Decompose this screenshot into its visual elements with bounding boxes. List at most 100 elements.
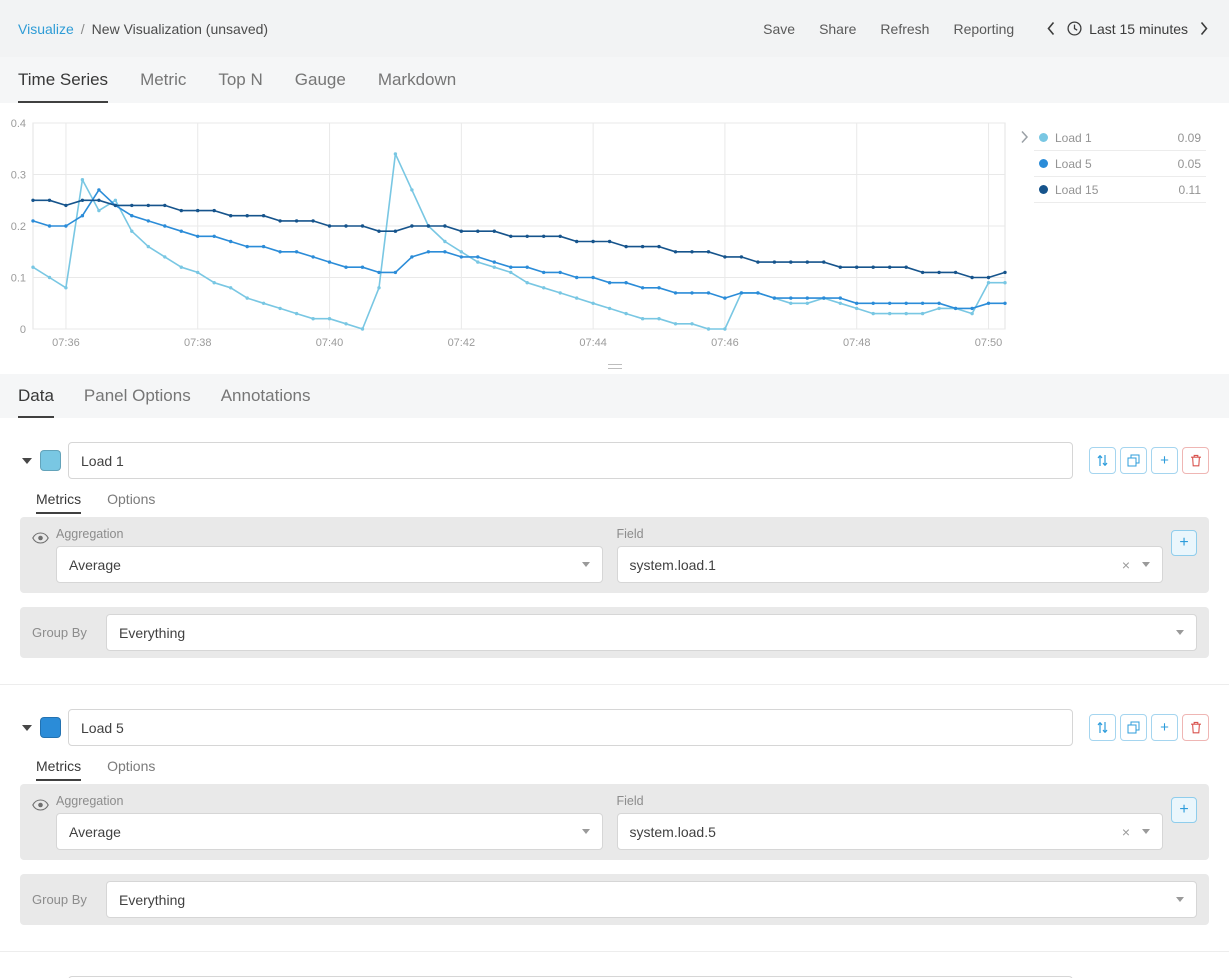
aggregation-select[interactable]: Average bbox=[56, 546, 603, 583]
svg-text:0.1: 0.1 bbox=[11, 273, 26, 285]
chevron-down-icon bbox=[1142, 829, 1150, 834]
clone-icon bbox=[1127, 721, 1140, 734]
sort-icon bbox=[1097, 721, 1108, 734]
caret-down-icon bbox=[22, 458, 32, 464]
aggregation-label: Aggregation bbox=[56, 527, 603, 541]
time-series-chart: 00.10.20.30.407:3607:3807:4007:4207:4407… bbox=[0, 117, 1008, 358]
add-metric-button[interactable]: + bbox=[1171, 797, 1197, 823]
series-delete-button[interactable] bbox=[1182, 714, 1209, 741]
tab-options[interactable]: Options bbox=[107, 491, 155, 514]
legend-collapse-button[interactable] bbox=[1014, 125, 1034, 358]
legend-value: 0.05 bbox=[1178, 157, 1201, 171]
series-clone-button[interactable] bbox=[1120, 714, 1147, 741]
series-color-swatch[interactable] bbox=[40, 450, 61, 471]
aggregation-select[interactable]: Average bbox=[56, 813, 603, 850]
series-color-swatch[interactable] bbox=[40, 717, 61, 738]
breadcrumb-visualize-link[interactable]: Visualize bbox=[18, 21, 74, 37]
legend-label: Load 15 bbox=[1055, 183, 1098, 197]
time-range-label: Last 15 minutes bbox=[1089, 21, 1188, 37]
series-delete-button[interactable] bbox=[1182, 447, 1209, 474]
chevron-left-icon bbox=[1046, 21, 1056, 36]
group-by-select[interactable]: Everything bbox=[106, 881, 1197, 918]
tab-annotations[interactable]: Annotations bbox=[221, 386, 311, 418]
tab-time-series[interactable]: Time Series bbox=[18, 70, 108, 103]
series-add-button[interactable]: + bbox=[1151, 714, 1178, 741]
svg-text:07:44: 07:44 bbox=[579, 337, 607, 349]
share-button[interactable]: Share bbox=[819, 21, 856, 37]
tab-panel-options[interactable]: Panel Options bbox=[84, 386, 191, 418]
svg-text:07:50: 07:50 bbox=[975, 337, 1003, 349]
chevron-right-icon bbox=[1199, 21, 1209, 36]
series-add-button[interactable]: + bbox=[1151, 447, 1178, 474]
tab-metric[interactable]: Metric bbox=[140, 70, 186, 103]
field-select[interactable]: system.load.5 × bbox=[617, 813, 1164, 850]
tab-markdown[interactable]: Markdown bbox=[378, 70, 456, 103]
time-forward-button[interactable] bbox=[1197, 19, 1211, 38]
chevron-right-icon bbox=[1020, 130, 1029, 144]
breadcrumb-separator: / bbox=[81, 21, 85, 37]
app-header: Visualize / New Visualization (unsaved) … bbox=[0, 0, 1229, 57]
chevron-down-icon bbox=[1176, 630, 1184, 635]
group-by-panel: Group By Everything bbox=[20, 607, 1209, 658]
time-back-button[interactable] bbox=[1044, 19, 1058, 38]
trash-icon bbox=[1190, 721, 1202, 734]
tab-data[interactable]: Data bbox=[18, 386, 54, 418]
chart-legend: Load 1 0.09 Load 5 0.05 Load 15 0.11 bbox=[1034, 125, 1206, 358]
drag-handle-icon bbox=[608, 364, 622, 369]
svg-text:07:42: 07:42 bbox=[448, 337, 476, 349]
metric-panel: Aggregation Average Field system.load.1 … bbox=[20, 517, 1209, 593]
time-series-chart-svg: 00.10.20.30.407:3607:3807:4007:4207:4407… bbox=[0, 117, 1008, 353]
series-sub-tabs: Metrics Options bbox=[36, 491, 1209, 517]
series-label-input[interactable] bbox=[68, 442, 1073, 479]
legend-item-load-15[interactable]: Load 15 0.11 bbox=[1034, 177, 1206, 203]
tab-metrics[interactable]: Metrics bbox=[36, 758, 81, 781]
tab-options[interactable]: Options bbox=[107, 758, 155, 781]
save-button[interactable]: Save bbox=[763, 21, 795, 37]
legend-item-load-5[interactable]: Load 5 0.05 bbox=[1034, 151, 1206, 177]
series-header-row: + bbox=[20, 442, 1209, 479]
legend-label: Load 1 bbox=[1055, 131, 1092, 145]
viz-type-tabs: Time Series Metric Top N Gauge Markdown bbox=[0, 57, 1229, 103]
svg-text:0.2: 0.2 bbox=[11, 221, 26, 233]
aggregation-value: Average bbox=[69, 557, 121, 573]
field-value: system.load.1 bbox=[630, 557, 716, 573]
series-editor-load-1: + Metrics Options Aggregation Average bbox=[0, 418, 1229, 684]
series-collapse-button[interactable] bbox=[20, 725, 34, 731]
eye-icon bbox=[32, 799, 49, 811]
series-header-row: + bbox=[20, 709, 1209, 746]
chevron-down-icon bbox=[582, 829, 590, 834]
series-clone-button[interactable] bbox=[1120, 447, 1147, 474]
series-actions: + bbox=[1089, 714, 1209, 741]
legend-label: Load 5 bbox=[1055, 157, 1092, 171]
time-range-button[interactable]: Last 15 minutes bbox=[1067, 21, 1188, 37]
clear-field-icon[interactable]: × bbox=[1122, 557, 1130, 573]
eye-icon bbox=[32, 532, 49, 544]
series-label-input[interactable] bbox=[68, 709, 1073, 746]
series-sort-button[interactable] bbox=[1089, 714, 1116, 741]
group-by-select[interactable]: Everything bbox=[106, 614, 1197, 651]
clear-field-icon[interactable]: × bbox=[1122, 824, 1130, 840]
refresh-button[interactable]: Refresh bbox=[880, 21, 929, 37]
field-select[interactable]: system.load.1 × bbox=[617, 546, 1164, 583]
panel-resizer[interactable] bbox=[0, 358, 1229, 374]
breadcrumb-current: New Visualization (unsaved) bbox=[92, 21, 268, 37]
series-sub-tabs: Metrics Options bbox=[36, 758, 1209, 784]
metric-visibility-toggle[interactable] bbox=[32, 794, 56, 850]
chevron-down-icon bbox=[582, 562, 590, 567]
reporting-button[interactable]: Reporting bbox=[953, 21, 1014, 37]
tab-top-n[interactable]: Top N bbox=[218, 70, 262, 103]
group-by-label: Group By bbox=[32, 892, 90, 907]
legend-item-load-1[interactable]: Load 1 0.09 bbox=[1034, 125, 1206, 151]
chevron-down-icon bbox=[1142, 562, 1150, 567]
tab-metrics[interactable]: Metrics bbox=[36, 491, 81, 514]
clone-icon bbox=[1127, 454, 1140, 467]
legend-dot bbox=[1039, 185, 1048, 194]
breadcrumb: Visualize / New Visualization (unsaved) bbox=[18, 21, 268, 37]
svg-text:0.3: 0.3 bbox=[11, 170, 26, 182]
tab-gauge[interactable]: Gauge bbox=[295, 70, 346, 103]
series-sort-button[interactable] bbox=[1089, 447, 1116, 474]
metric-visibility-toggle[interactable] bbox=[32, 527, 56, 583]
svg-text:07:36: 07:36 bbox=[52, 337, 80, 349]
series-collapse-button[interactable] bbox=[20, 458, 34, 464]
add-metric-button[interactable]: + bbox=[1171, 530, 1197, 556]
